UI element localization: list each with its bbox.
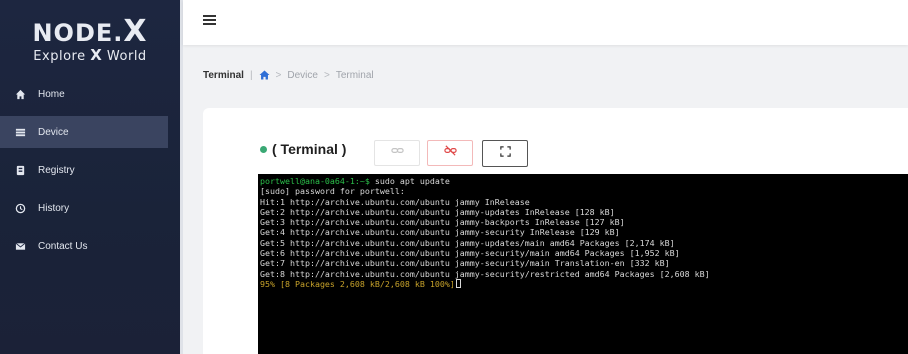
brand-logo[interactable]: NODE.X Explore X World (0, 14, 180, 65)
home-icon[interactable] (259, 70, 270, 80)
sidebar-item-registry[interactable]: Registry (0, 154, 180, 186)
history-icon (14, 202, 26, 214)
link-icon (390, 144, 404, 162)
terminal-line: Get:4 http://archive.ubuntu.com/ubuntu j… (260, 227, 620, 238)
brand-subtitle: Explore X World (33, 46, 147, 64)
sidebar-item-label: Contact Us (38, 240, 88, 252)
disconnect-button[interactable] (427, 140, 473, 166)
terminal-progress-line: 95% [8 Packages 2,608 kB/2,608 kB 100%] (260, 278, 906, 289)
sidebar-item-history[interactable]: History (0, 192, 180, 224)
terminal-line: Get:5 http://archive.ubuntu.com/ubuntu j… (260, 237, 675, 248)
sidebar-item-home[interactable]: Home (0, 78, 180, 110)
hamburger-menu-icon[interactable] (203, 15, 216, 26)
sidebar-item-device[interactable]: Device (0, 116, 168, 148)
home-icon (14, 88, 26, 100)
sidebar-item-label: Home (38, 88, 65, 100)
top-bar (183, 0, 908, 45)
unlink-icon (443, 144, 457, 162)
sidebar-item-label: Device (38, 126, 69, 138)
breadcrumb-divider: | (249, 69, 253, 81)
connect-button[interactable] (374, 140, 420, 166)
terminal-output[interactable]: portwell@ana-0a64-1:~$ sudo apt update [s… (258, 174, 908, 354)
terminal-cursor (455, 278, 461, 288)
breadcrumb-separator: > (275, 69, 282, 81)
terminal-line: Get:7 http://archive.ubuntu.com/ubuntu j… (260, 258, 670, 269)
mail-icon (14, 240, 26, 252)
terminal-line: Get:8 http://archive.ubuntu.com/ubuntu j… (260, 268, 710, 279)
breadcrumb-separator: > (323, 69, 330, 81)
fullscreen-icon (499, 145, 512, 163)
terminal-header: ( Terminal ) (260, 141, 346, 157)
terminal-title: ( Terminal ) (272, 141, 347, 157)
terminal-line: Get:2 http://archive.ubuntu.com/ubuntu j… (260, 206, 615, 217)
breadcrumb: Terminal | > Device > Terminal (203, 68, 374, 82)
sidebar-item-contact-us[interactable]: Contact Us (0, 230, 180, 262)
registry-icon (14, 164, 26, 176)
sidebar-divider (180, 0, 183, 354)
fullscreen-button[interactable] (482, 140, 528, 167)
breadcrumb-item-terminal: Terminal (335, 69, 374, 81)
terminal-line: Get:6 http://archive.ubuntu.com/ubuntu j… (260, 248, 680, 259)
breadcrumb-current-page: Terminal (203, 69, 244, 81)
terminal-line: [sudo] password for portwell: (260, 186, 405, 197)
sidebar-item-label: Registry (38, 164, 75, 176)
device-icon (14, 126, 26, 138)
connection-status-dot (260, 145, 267, 153)
sidebar-nav: Home Device Registry History Contact Us (0, 78, 180, 268)
sidebar: NODE.X Explore X World Home Device Regis… (0, 0, 180, 354)
brand-title: NODE.X (32, 14, 148, 49)
terminal-line: Get:3 http://archive.ubuntu.com/ubuntu j… (260, 217, 625, 228)
terminal-prompt-line: portwell@ana-0a64-1:~$ sudo apt update (260, 176, 450, 186)
sidebar-item-label: History (38, 202, 70, 214)
breadcrumb-item-device[interactable]: Device (287, 70, 318, 81)
terminal-line: Hit:1 http://archive.ubuntu.com/ubuntu j… (260, 196, 530, 207)
